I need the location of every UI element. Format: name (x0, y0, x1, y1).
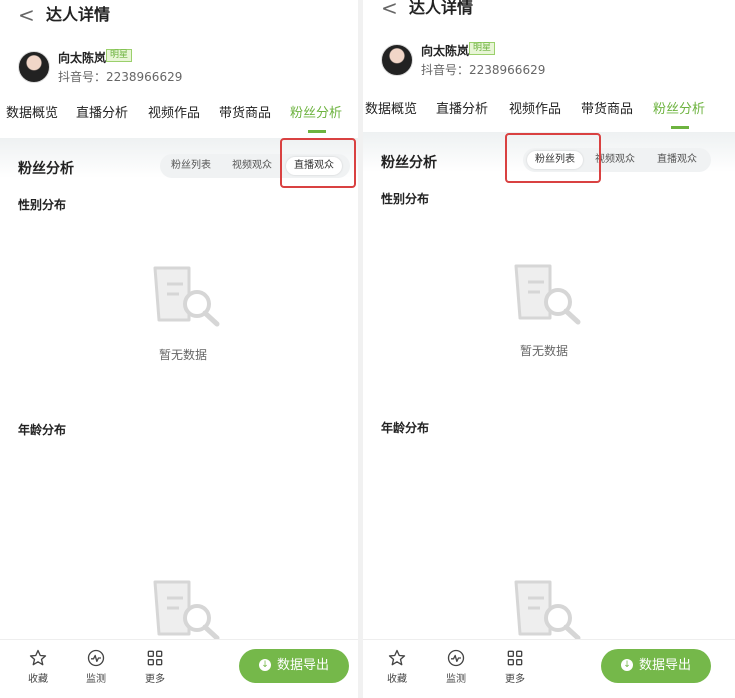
tab-products[interactable]: 带货商品 (219, 99, 271, 129)
download-icon: ↓ (258, 658, 271, 671)
tab-fan-analysis[interactable]: 粉丝分析 (653, 95, 705, 125)
panel-right: < 达人详情 向太陈岚 明星 抖音号：2238966629 数据概览 直播分析 … (363, 0, 735, 698)
more-label: 更多 (145, 674, 165, 685)
celebrity-badge: 明星 (469, 42, 496, 55)
tab-bar: 数据概览 直播分析 视频作品 带货商品 粉丝分析 (363, 95, 735, 129)
export-label: 数据导出 (638, 658, 691, 673)
monitor-button[interactable]: 监测 (78, 648, 114, 685)
active-tab-indicator (671, 126, 689, 129)
favorite-button[interactable]: 收藏 (379, 648, 415, 685)
avatar (381, 44, 413, 76)
tab-live-analysis[interactable]: 直播分析 (76, 99, 128, 129)
tab-products[interactable]: 带货商品 (581, 95, 633, 125)
gender-empty-state: 暂无数据 (484, 258, 604, 368)
section-title: 粉丝分析 (381, 155, 437, 171)
pulse-icon (447, 649, 465, 667)
active-tab-indicator (308, 130, 326, 133)
grid-icon (147, 650, 163, 666)
download-icon: ↓ (620, 658, 633, 671)
tab-video-works[interactable]: 视频作品 (148, 99, 200, 129)
douyin-id: 抖音号：2238966629 (421, 63, 546, 77)
empty-data-icon (153, 580, 220, 641)
gender-distribution-label: 性别分布 (381, 192, 430, 206)
fan-analysis-content: 粉丝分析 粉丝列表 视频观众 直播观众 性别分布 暂无数据 年龄分布 (0, 138, 358, 641)
more-button[interactable]: 更多 (137, 648, 173, 685)
highlight-box (505, 133, 601, 183)
empty-text: 暂无数据 (158, 348, 207, 362)
influencer-name: 向太陈岚 (421, 44, 470, 58)
segment-live-audience[interactable]: 直播观众 (649, 151, 705, 169)
age-empty-state (123, 574, 243, 644)
fan-analysis-content: 粉丝分析 粉丝列表 视频观众 直播观众 性别分布 暂无数据 年龄分布 (363, 132, 735, 641)
header: < 达人详情 (363, 0, 735, 26)
gender-empty-state: 暂无数据 (123, 260, 243, 370)
tab-data-overview[interactable]: 数据概览 (6, 99, 58, 129)
monitor-label: 监测 (86, 674, 106, 685)
bottom-bar: 收藏 监测 更多 ↓ 数据导出 (363, 639, 735, 698)
monitor-label: 监测 (446, 674, 466, 685)
monitor-button[interactable]: 监测 (438, 648, 474, 685)
pulse-icon (87, 649, 105, 667)
profile: 向太陈岚 明星 抖音号：2238966629 (18, 49, 358, 95)
age-empty-state (484, 574, 604, 644)
avatar (18, 51, 50, 83)
export-data-button[interactable]: ↓ 数据导出 (601, 649, 711, 683)
tab-bar: 数据概览 直播分析 视频作品 带货商品 粉丝分析 (0, 99, 358, 133)
empty-data-icon (153, 266, 220, 327)
tab-live-analysis[interactable]: 直播分析 (436, 95, 488, 125)
celebrity-badge: 明星 (106, 49, 133, 62)
influencer-name: 向太陈岚 (58, 51, 107, 65)
favorite-label: 收藏 (28, 674, 48, 685)
age-distribution-label: 年龄分布 (381, 421, 430, 435)
back-arrow-icon[interactable]: < (18, 3, 35, 27)
bottom-bar: 收藏 监测 更多 ↓ 数据导出 (0, 639, 358, 698)
page-title: 达人详情 (409, 0, 474, 17)
segment-fan-list[interactable]: 粉丝列表 (163, 157, 219, 175)
empty-text: 暂无数据 (519, 344, 568, 358)
age-distribution-label: 年龄分布 (18, 423, 67, 437)
panel-left: < 达人详情 向太陈岚 明星 抖音号：2238966629 数据概览 直播分析 … (0, 0, 358, 698)
favorite-button[interactable]: 收藏 (20, 648, 56, 685)
favorite-label: 收藏 (387, 674, 407, 685)
back-arrow-icon[interactable]: < (381, 0, 398, 20)
star-icon (388, 649, 406, 666)
more-label: 更多 (505, 674, 525, 685)
header: < 达人详情 (0, 3, 358, 33)
export-data-button[interactable]: ↓ 数据导出 (239, 649, 349, 683)
profile: 向太陈岚 明星 抖音号：2238966629 (381, 42, 735, 88)
tab-video-works[interactable]: 视频作品 (509, 95, 561, 125)
more-button[interactable]: 更多 (497, 648, 533, 685)
highlight-box (280, 138, 356, 188)
segment-video-audience[interactable]: 视频观众 (224, 157, 280, 175)
section-title: 粉丝分析 (18, 161, 74, 177)
grid-icon (507, 650, 523, 666)
tab-data-overview[interactable]: 数据概览 (365, 95, 417, 125)
empty-data-icon (514, 580, 581, 641)
tab-fan-analysis[interactable]: 粉丝分析 (290, 99, 342, 129)
gender-distribution-label: 性别分布 (18, 198, 67, 212)
page-title: 达人详情 (46, 5, 111, 24)
export-label: 数据导出 (276, 658, 329, 673)
douyin-id: 抖音号：2238966629 (58, 70, 183, 84)
star-icon (29, 649, 47, 666)
empty-data-icon (514, 264, 581, 325)
